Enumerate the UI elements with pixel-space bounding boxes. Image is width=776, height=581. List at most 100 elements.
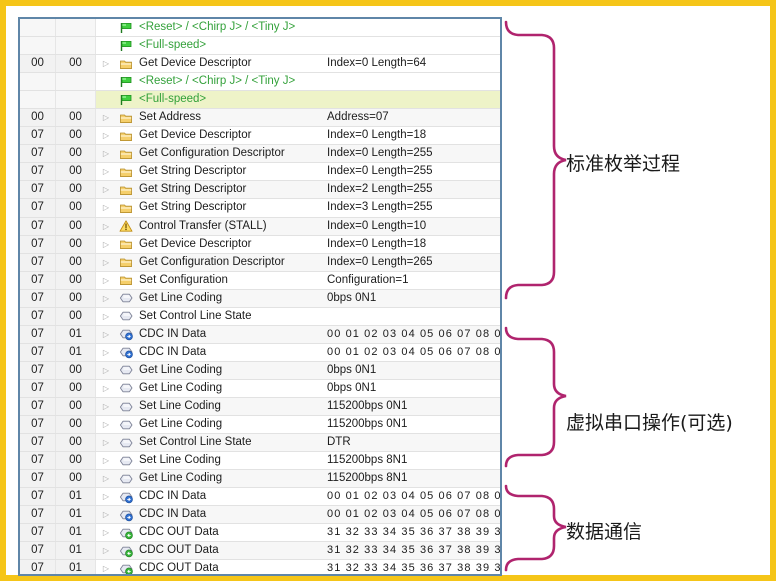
table-row[interactable]: <Full-speed> — [20, 91, 500, 110]
expand-triangle-icon[interactable]: ▷ — [96, 380, 116, 397]
expand-triangle-icon[interactable]: ▷ — [96, 199, 116, 216]
table-row[interactable]: 07 01 ▷ CDC IN Data 00 01 02 03 04 05 06 07 … — [20, 506, 500, 525]
row-info: Configuration=1 — [327, 273, 409, 286]
table-row[interactable]: 07 00 ▷ Get Device Descriptor Index=0 Length… — [20, 127, 500, 146]
row-info: 0bps 0N1 — [327, 291, 377, 304]
row-device-address: 07 — [20, 379, 56, 397]
table-row[interactable]: <Reset> / <Chirp J> / <Tiny J> — [20, 73, 500, 92]
table-row[interactable]: <Reset> / <Chirp J> / <Tiny J> — [20, 19, 500, 38]
row-endpoint — [56, 73, 96, 91]
transfer-folder-icon — [116, 111, 136, 125]
expand-triangle-icon[interactable]: ▷ — [96, 560, 116, 574]
expand-triangle-icon[interactable]: ▷ — [96, 290, 116, 307]
table-row[interactable]: 07 00 ▷ Get Device Descriptor Index=0 Length… — [20, 235, 500, 254]
row-device-address: 07 — [20, 397, 56, 416]
table-row[interactable]: 07 01 ▷ CDC OUT Data 31 32 33 34 35 36 37 38… — [20, 542, 500, 561]
table-row[interactable]: 07 01 ▷ CDC IN Data 00 01 02 03 04 05 06 07 … — [20, 488, 500, 507]
row-device-address: 07 — [20, 325, 56, 343]
expand-triangle-icon[interactable]: ▷ — [96, 416, 116, 433]
expand-triangle-icon[interactable]: ▷ — [96, 326, 116, 343]
table-row[interactable]: 07 01 ▷ CDC IN Data 00 01 02 03 04 05 06 07 … — [20, 343, 500, 362]
cdc-out-icon — [116, 562, 136, 574]
expand-triangle-icon[interactable]: ▷ — [96, 398, 116, 415]
table-row[interactable]: 07 01 ▷ CDC IN Data 00 01 02 03 04 05 06 07 … — [20, 325, 500, 344]
table-row[interactable]: 07 00 ▷ Get Line Coding 0bps 0N1 — [20, 361, 500, 380]
expand-triangle-icon[interactable]: ▷ — [96, 145, 116, 162]
green-flag-icon — [116, 75, 136, 89]
table-row[interactable]: 00 00 ▷ Get Device Descriptor Index=0 Length… — [20, 55, 500, 74]
expand-triangle-icon[interactable]: ▷ — [96, 470, 116, 487]
row-description: Set Control Line State — [139, 436, 252, 449]
table-row[interactable]: 07 00 ▷ Control Transfer (STALL) Index=0 Len… — [20, 217, 500, 236]
expand-triangle-icon[interactable]: ▷ — [96, 236, 116, 253]
row-endpoint: 00 — [56, 271, 96, 289]
expand-triangle-icon[interactable]: ▷ — [96, 109, 116, 126]
row-info: Index=0 Length=18 — [327, 129, 427, 142]
row-info: 00 01 02 03 04 05 06 07 08 0 — [327, 490, 500, 503]
expand-triangle-icon[interactable]: ▷ — [96, 127, 116, 144]
table-row[interactable]: 07 00 ▷ Get Line Coding 0bps 0N1 — [20, 379, 500, 398]
expand-triangle-icon[interactable]: ▷ — [96, 55, 116, 72]
expand-triangle-icon[interactable]: ▷ — [96, 524, 116, 541]
capture-row-list[interactable]: <Reset> / <Chirp J> / <Tiny J> <Full-spee… — [20, 19, 500, 574]
expand-triangle-icon[interactable]: ▷ — [96, 272, 116, 289]
cdc-hex-icon — [116, 291, 136, 305]
row-description: Get Line Coding — [139, 418, 223, 431]
brace-virtual-serial — [504, 324, 568, 470]
table-row[interactable]: 00 00 ▷ Set Address Address=07 — [20, 109, 500, 128]
row-info: 00 01 02 03 04 05 06 07 08 0 — [327, 327, 500, 340]
expand-triangle-icon[interactable]: ▷ — [96, 163, 116, 180]
cdc-in-icon — [116, 327, 136, 341]
table-row[interactable]: <Full-speed> — [20, 37, 500, 56]
table-row[interactable]: 07 01 ▷ CDC OUT Data 31 32 33 34 35 36 37 38… — [20, 560, 500, 574]
expand-triangle-icon[interactable]: ▷ — [96, 181, 116, 198]
expand-triangle-icon[interactable]: ▷ — [96, 344, 116, 361]
table-row[interactable]: 07 00 ▷ Set Line Coding 115200bps 0N1 — [20, 397, 500, 417]
expand-triangle-icon[interactable]: ▷ — [96, 488, 116, 505]
table-row[interactable]: 07 00 ▷ Get String Descriptor Index=3 Length… — [20, 199, 500, 218]
row-info: 115200bps 8N1 — [327, 472, 408, 485]
row-endpoint: 00 — [56, 289, 96, 307]
table-row[interactable]: 07 00 ▷ Set Configuration Configuration=1 — [20, 271, 500, 290]
expand-triangle-icon[interactable]: ▷ — [96, 506, 116, 523]
green-flag-icon — [116, 21, 136, 35]
table-row[interactable]: 07 00 ▷ Set Line Coding 115200bps 8N1 — [20, 452, 500, 471]
table-row[interactable]: 07 00 ▷ Set Control Line State DTR — [20, 434, 500, 453]
expand-triangle-icon[interactable]: ▷ — [96, 308, 116, 325]
table-row[interactable]: 07 00 ▷ Get Line Coding 115200bps 0N1 — [20, 416, 500, 435]
usb-capture-panel[interactable]: <Reset> / <Chirp J> / <Tiny J> <Full-spee… — [18, 17, 502, 576]
table-row[interactable]: 07 00 ▷ Get Line Coding 115200bps 8N1 — [20, 470, 500, 489]
row-device-address: 07 — [20, 127, 56, 145]
cdc-in-icon — [116, 508, 136, 522]
row-device-address: 07 — [20, 307, 56, 325]
table-row[interactable]: 07 00 ▷ Get String Descriptor Index=2 Length… — [20, 181, 500, 200]
cdc-hex-icon — [116, 309, 136, 323]
expand-triangle-icon[interactable]: ▷ — [96, 362, 116, 379]
row-device-address: 07 — [20, 289, 56, 307]
row-endpoint — [56, 37, 96, 55]
row-device-address: 07 — [20, 361, 56, 379]
row-device-address — [20, 73, 56, 91]
table-row[interactable]: 07 00 ▷ Get String Descriptor Index=0 Length… — [20, 163, 500, 182]
table-row[interactable]: 07 00 ▷ Set Control Line State — [20, 307, 500, 326]
cdc-hex-icon — [116, 436, 136, 450]
cdc-out-icon — [116, 544, 136, 558]
row-description: Get String Descriptor — [139, 201, 247, 214]
row-info: Index=0 Length=18 — [327, 237, 427, 250]
cdc-hex-icon — [116, 472, 136, 486]
row-info: Index=3 Length=255 — [327, 201, 433, 214]
table-row[interactable]: 07 01 ▷ CDC OUT Data 31 32 33 34 35 36 37 38… — [20, 524, 500, 543]
expand-triangle-icon[interactable]: ▷ — [96, 434, 116, 451]
expand-triangle-icon[interactable]: ▷ — [96, 254, 116, 271]
transfer-folder-icon — [116, 273, 136, 287]
table-row[interactable]: 07 00 ▷ Get Configuration Descriptor Index=0… — [20, 253, 500, 272]
row-description: Set Line Coding — [139, 454, 221, 467]
expand-triangle-icon[interactable]: ▷ — [96, 542, 116, 559]
expand-triangle-icon[interactable]: ▷ — [96, 218, 116, 235]
row-device-address: 07 — [20, 253, 56, 271]
brace-enumeration — [504, 18, 568, 302]
table-row[interactable]: 07 00 ▷ Get Configuration Descriptor Index=0… — [20, 145, 500, 164]
expand-triangle-icon[interactable]: ▷ — [96, 452, 116, 469]
transfer-folder-icon — [116, 147, 136, 161]
table-row[interactable]: 07 00 ▷ Get Line Coding 0bps 0N1 — [20, 289, 500, 308]
